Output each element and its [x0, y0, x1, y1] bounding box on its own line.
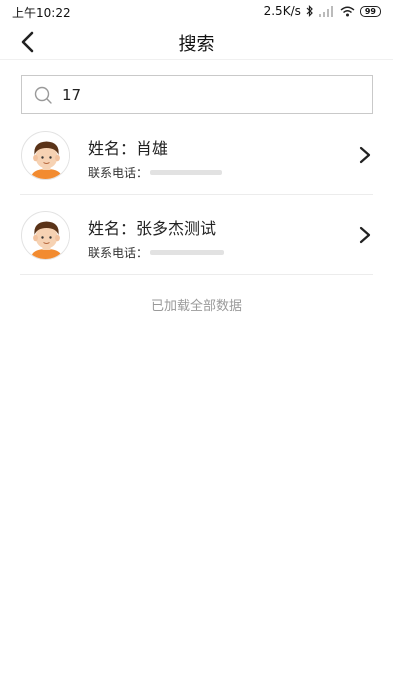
page-title: 搜索 [178, 34, 215, 55]
load-complete-text: 已加载全部数据 [150, 299, 242, 314]
list-item[interactable]: 姓名：张多杰测试 联系电话： [0, 195, 393, 275]
name-value: 张多杰测试 [136, 219, 217, 238]
contact-name: 姓名：张多杰测试 [88, 215, 216, 239]
name-label: 姓名： [88, 139, 137, 158]
phone-redacted [150, 170, 223, 175]
bluetooth-icon [306, 5, 313, 17]
list-item[interactable]: 姓名：肖雄 联系电话： [0, 115, 393, 195]
signal-icon [318, 5, 333, 17]
contact-phone: 联系电话： [88, 244, 225, 261]
chevron-right-icon [359, 226, 371, 244]
network-speed: 2.5K/s [263, 4, 301, 18]
nav-bar: 搜索 [0, 24, 393, 60]
contact-name: 姓名：肖雄 [88, 135, 168, 159]
status-icons: 2.5K/s 99 [264, 4, 381, 18]
phone-redacted [150, 250, 225, 255]
wifi-icon [340, 6, 355, 16]
avatar [21, 211, 70, 260]
avatar [21, 131, 70, 180]
phone-label: 联系电话： [88, 246, 149, 260]
status-bar: 上午10:22 2.5K/s 99 [0, 0, 393, 24]
search-input[interactable] [62, 76, 362, 113]
name-label: 姓名： [88, 219, 137, 238]
search-icon [34, 86, 52, 104]
name-value: 肖雄 [136, 139, 169, 158]
search-box[interactable] [21, 75, 373, 114]
contact-phone: 联系电话： [88, 164, 223, 181]
result-list: 姓名：肖雄 联系电话： 姓名：张多杰测试 联系电话： [0, 115, 393, 275]
battery-icon: 99 [359, 5, 381, 17]
chevron-right-icon [359, 146, 371, 164]
row-divider [20, 274, 373, 275]
phone-label: 联系电话： [88, 166, 149, 180]
status-time: 上午10:22 [12, 6, 71, 20]
